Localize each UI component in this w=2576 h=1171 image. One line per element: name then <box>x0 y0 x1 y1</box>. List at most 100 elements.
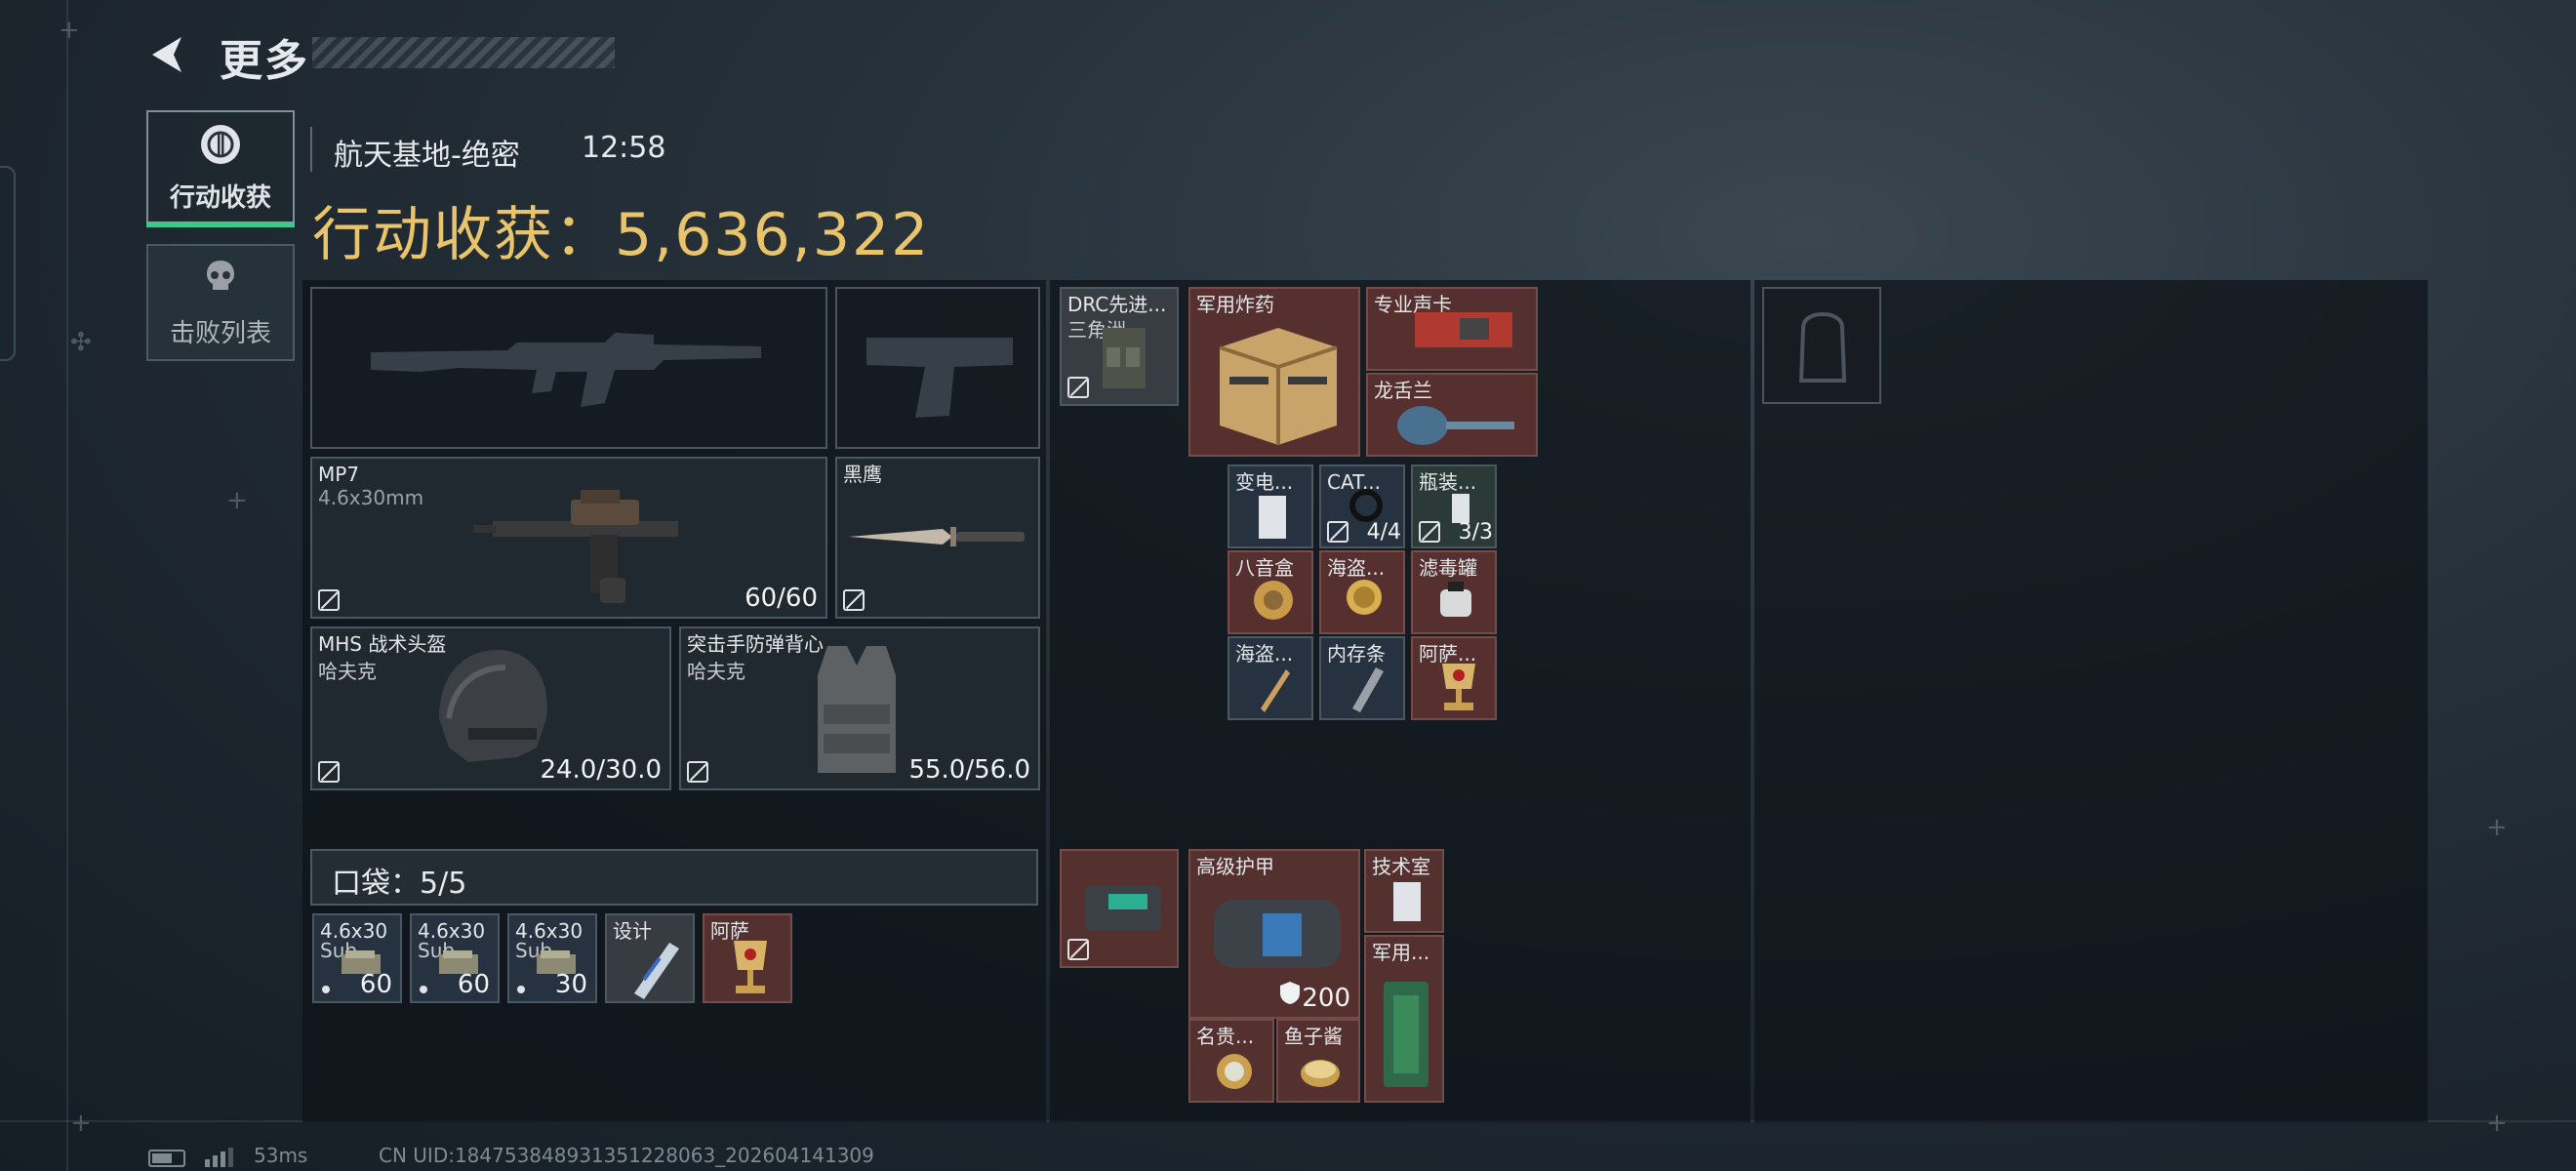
armor-durability: 55.0/56.0 <box>908 755 1030 785</box>
pocket-item[interactable]: 阿萨 <box>703 913 792 1003</box>
secondary-weapon-slot[interactable]: MP7 4.6x30mm 60/60 <box>310 457 827 619</box>
item-name: 高级护甲 <box>1196 855 1274 878</box>
signal-bar <box>221 1151 225 1167</box>
rig-item[interactable]: 海盗... <box>1319 550 1405 634</box>
backpack-item[interactable]: 名贵... <box>1188 1019 1274 1103</box>
frame-line-left <box>66 0 68 1171</box>
item-count: 3/3 <box>1458 520 1493 545</box>
backpack-icon <box>1085 886 1161 931</box>
title-stripe <box>312 37 615 68</box>
chest-rig-slot[interactable]: DRC先进... 三角洲 <box>1060 287 1179 406</box>
dagger-icon <box>1261 669 1290 712</box>
rig-item[interactable]: 专业声卡 <box>1366 287 1538 371</box>
rig-item[interactable]: 瓶装... 3/3 <box>1411 464 1497 548</box>
rig-item[interactable]: 内存条 <box>1319 636 1405 720</box>
pistol-slot[interactable] <box>835 287 1040 449</box>
back-arrow-icon <box>152 37 181 72</box>
no-insure-icon <box>1419 521 1440 543</box>
melee-slot[interactable]: 黑鹰 <box>835 457 1040 619</box>
pocket-item[interactable]: 设计 <box>605 913 695 1003</box>
pocket-header: 口袋：5/5 <box>310 849 1038 906</box>
pistol-silhouette-icon <box>866 338 1013 418</box>
page-title: 更多 <box>220 36 309 86</box>
no-insure-icon <box>1067 939 1089 960</box>
helmet-slot[interactable]: MHS 战术头盔 哈夫克 24.0/30.0 <box>310 626 671 790</box>
side-handle <box>0 166 16 361</box>
item-name: 军用炸药 <box>1196 293 1274 316</box>
circuit-board-icon <box>1384 982 1429 1087</box>
pocket-item[interactable]: 4.6x30 Sub... 30 <box>507 913 597 1003</box>
ping-text: 53ms <box>254 1144 308 1167</box>
tab-kill-list[interactable]: 击败列表 <box>146 244 295 361</box>
plus-mark: + <box>2486 1109 2508 1138</box>
helmet-durability: 24.0/30.0 <box>540 755 662 785</box>
goblet-icon <box>1442 664 1475 710</box>
rig-icon <box>1103 328 1146 388</box>
item-name: 鱼子酱 <box>1284 1025 1343 1048</box>
helmet-name: MHS 战术头盔 <box>318 632 447 656</box>
signal-bar <box>205 1159 210 1167</box>
rig-item[interactable]: 龙舌兰 <box>1366 373 1538 457</box>
armor-name: 突击手防弹背心 <box>687 632 824 656</box>
melee-name: 黑鹰 <box>843 463 882 486</box>
rig-item[interactable]: 变电... <box>1228 464 1313 548</box>
blueprint-icon <box>634 943 679 999</box>
backpack-slot[interactable] <box>1060 849 1179 968</box>
plus-mark: + <box>226 486 248 515</box>
rig-item[interactable]: 阿萨... <box>1411 636 1497 720</box>
backpack-panel <box>1754 280 2428 1122</box>
key-card-icon <box>1393 882 1421 921</box>
skull-icon <box>201 257 240 300</box>
rig-item[interactable]: 海盗... <box>1228 636 1313 720</box>
primary-weapon-slot[interactable] <box>310 287 827 449</box>
weapon-name: MP7 <box>318 463 360 486</box>
backpack-item[interactable]: 技术室 <box>1364 849 1444 933</box>
ammo-dot-icon <box>322 986 330 993</box>
backpack-item[interactable]: 军用... <box>1364 935 1444 1103</box>
knife-icon <box>849 527 1025 546</box>
mp7-icon <box>473 490 678 603</box>
backpack-item[interactable]: 鱼子酱 <box>1276 1019 1360 1103</box>
plus-mark: + <box>59 16 80 45</box>
rig-item[interactable]: CAT... 4/4 <box>1319 464 1405 548</box>
filter-canister-icon <box>1440 582 1471 617</box>
total-gain: 行动收获：5,636,322 <box>312 201 931 269</box>
shield-icon <box>1278 980 1302 1009</box>
backpack-item[interactable]: 高级护甲 200 <box>1188 849 1360 1019</box>
no-insure-icon <box>1067 377 1089 398</box>
pocket-item[interactable]: 4.6x30 Sub... 60 <box>410 913 500 1003</box>
item-name: 滤毒罐 <box>1419 556 1477 580</box>
item-count: 4/4 <box>1366 520 1401 545</box>
rig-item[interactable]: 滤毒罐 <box>1411 550 1497 634</box>
back-button[interactable] <box>144 29 193 80</box>
coin-icon <box>1347 580 1382 615</box>
uid-text: CN UID:1847538489313512280​63_2026041413… <box>379 1144 874 1167</box>
pocket-label: 口袋：5/5 <box>332 867 467 901</box>
tab-loot-label: 行动收获 <box>169 182 271 213</box>
ammo-dot-icon <box>517 986 525 993</box>
extra-slot[interactable] <box>1762 287 1881 404</box>
music-box-icon <box>1254 581 1293 620</box>
explosive-crate-icon <box>1219 328 1338 445</box>
battery-icon <box>148 1150 185 1167</box>
helmet-brand: 哈夫克 <box>318 660 377 683</box>
memory-stick-icon <box>1352 667 1384 712</box>
pocket-item[interactable]: 4.6x30 Sub... 60 <box>312 913 402 1003</box>
rig-item[interactable]: 军用炸药 <box>1188 287 1360 457</box>
no-insure-icon <box>318 589 340 611</box>
no-insure-icon <box>1327 521 1348 543</box>
armor-slot[interactable]: 突击手防弹背心 哈夫克 55.0/56.0 <box>679 626 1040 790</box>
plus-mark: + <box>2486 813 2508 842</box>
armor-value: 200 <box>1302 984 1350 1013</box>
item-count: 60 <box>359 970 392 999</box>
bottle-icon <box>1397 406 1514 445</box>
plus-mark: + <box>70 1109 92 1138</box>
rifle-silhouette-icon <box>371 333 761 407</box>
no-insure-icon <box>687 761 708 783</box>
signal-bar <box>213 1155 218 1167</box>
map-name: 航天基地-绝密 <box>334 139 520 173</box>
armor-brand: 哈夫克 <box>687 660 745 683</box>
rig-item[interactable]: 八音盒 <box>1228 550 1313 634</box>
tab-loot[interactable]: 行动收获 <box>146 110 295 227</box>
caviar-tin-icon <box>1301 1060 1340 1087</box>
